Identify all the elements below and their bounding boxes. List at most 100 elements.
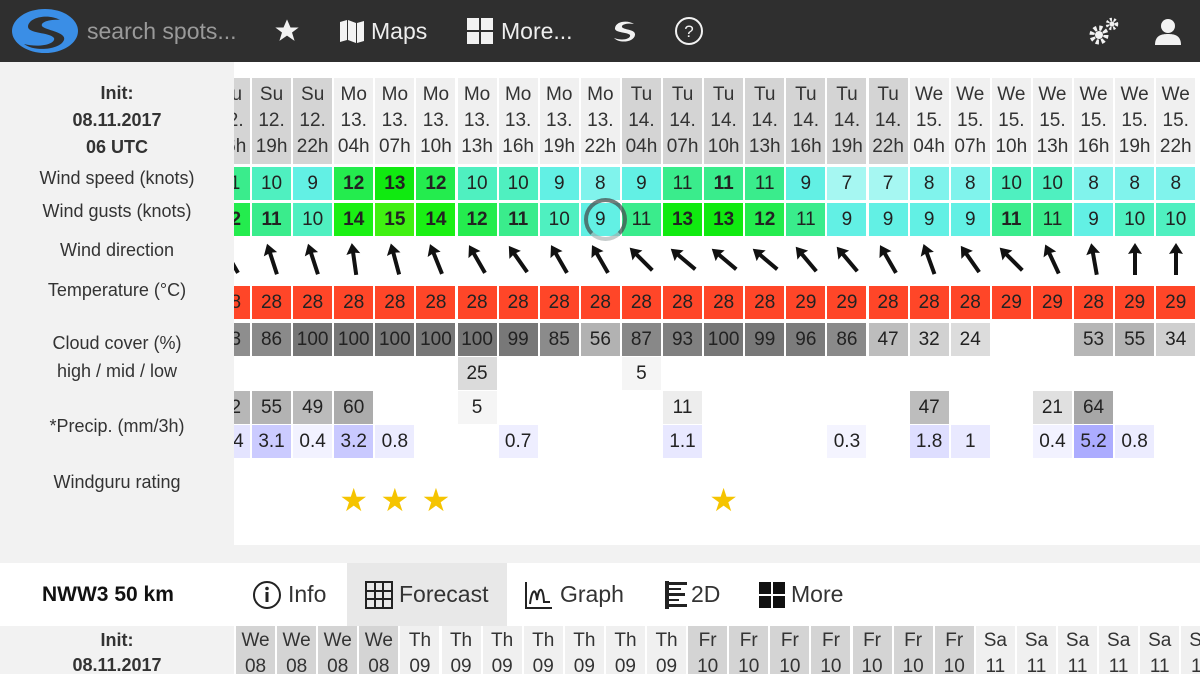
wind-direction-cell xyxy=(234,240,250,278)
wind-direction-arrow-icon xyxy=(1085,243,1100,276)
header-date: 10 xyxy=(943,656,965,674)
windguru-rating-label: Windguru rating xyxy=(53,472,181,492)
column-header: Su 12. 16h xyxy=(234,78,250,164)
rating-cell xyxy=(1033,480,1072,520)
temperature-cell: 28 xyxy=(580,286,620,319)
wind-gust-cell: 11 xyxy=(991,203,1031,236)
header-hour: 07h xyxy=(666,136,699,157)
user-account-icon[interactable] xyxy=(1154,0,1182,62)
temperature-cell: 28 xyxy=(334,286,374,319)
header-date: 15. xyxy=(998,110,1025,131)
wind-speed-cell: 8 xyxy=(909,167,949,200)
column-header: We 08 xyxy=(359,626,399,674)
header-date: 13. xyxy=(422,110,450,131)
cloud-levels-label: high / mid / low xyxy=(56,361,178,381)
header-date: 10 xyxy=(820,656,842,674)
header-day: Sa xyxy=(1065,630,1090,651)
more-menu-button[interactable]: More... xyxy=(467,0,573,62)
wind-speed-cell: 9 xyxy=(786,167,826,200)
wind-direction-arrow-icon xyxy=(1043,244,1062,275)
header-date: 10 xyxy=(738,656,760,674)
column-header: We 15. 10h xyxy=(991,78,1031,164)
temperature-cell: 28 xyxy=(539,286,579,319)
column-header: We 15. 13h xyxy=(1032,78,1072,164)
wind-direction-cell xyxy=(1033,240,1072,278)
temperature-cell: 29 xyxy=(1115,286,1155,319)
temperature-cell: 29 xyxy=(827,286,867,319)
header-day: We xyxy=(915,84,944,105)
precipitation-cell xyxy=(540,425,579,458)
header-date: 15. xyxy=(1162,110,1189,131)
wind-direction-label: Wind direction xyxy=(59,240,175,260)
wind-direction-cell xyxy=(334,240,373,278)
header-day: Th xyxy=(532,630,555,651)
init-label: Init: xyxy=(100,83,134,103)
cloud-mid-cell xyxy=(992,357,1031,390)
favorites-star-icon[interactable] xyxy=(273,0,301,62)
windguru-logo-icon[interactable] xyxy=(10,0,80,62)
temperature-cell: 28 xyxy=(868,286,908,319)
wind-direction-cell xyxy=(540,240,579,278)
tab-forecast-label: Forecast xyxy=(399,581,489,607)
forecast-grid-icon xyxy=(365,580,393,609)
precipitation-cell: 1.8 xyxy=(909,425,949,458)
settings-gears-icon[interactable] xyxy=(1088,0,1120,62)
cloud-mid-cell xyxy=(1074,357,1113,390)
precipitation-cell: 3.2 xyxy=(334,425,374,458)
rating-cell xyxy=(234,480,250,520)
wind-gust-cell: 9 xyxy=(827,203,867,236)
cloud-high-cell: 87 xyxy=(621,323,661,356)
wind-direction-cell xyxy=(458,240,497,278)
rating-cell xyxy=(293,480,332,520)
init-date: 08.11.2017 xyxy=(72,655,162,675)
column-header: Th 09 xyxy=(523,626,563,674)
cloud-low-cell xyxy=(416,391,455,424)
tab-2d[interactable]: 2D xyxy=(665,563,720,626)
temperature-cell: 28 xyxy=(375,286,415,319)
maps-button[interactable]: Maps xyxy=(339,0,427,62)
rating-cell xyxy=(786,480,825,520)
header-day: We xyxy=(956,84,985,105)
wind-gust-cell: 9 xyxy=(868,203,908,236)
header-date: 15. xyxy=(1080,110,1107,131)
cloud-low-cell xyxy=(745,391,784,424)
tab-graph[interactable]: Graph xyxy=(524,563,624,626)
cloud-high-cell: 56 xyxy=(580,323,620,356)
cloud-low-cell: 5 xyxy=(457,391,497,424)
column-header: We 15. 07h xyxy=(950,78,990,164)
more-icon xyxy=(759,581,785,608)
tab-info[interactable]: Info xyxy=(252,563,326,626)
cloud-low-cell: 60 xyxy=(334,391,374,424)
rating-cell: ★ xyxy=(334,480,373,520)
rating-cell xyxy=(581,480,620,520)
header-day: Tu xyxy=(754,84,776,105)
temperature-cell: 28 xyxy=(234,286,250,319)
wind-direction-arrow-icon xyxy=(670,248,697,271)
header-date: 11 xyxy=(1190,656,1200,674)
cloud-high-cell: 24 xyxy=(950,323,990,356)
cloud-high-cell: 99 xyxy=(498,323,538,356)
wind-direction-arrow-icon xyxy=(961,245,982,274)
column-header: Mo 13. 13h xyxy=(457,78,497,164)
header-day: Su xyxy=(234,84,243,105)
header-day: We xyxy=(997,84,1026,105)
tab-more[interactable]: More xyxy=(759,563,843,626)
column-header: Th 09 xyxy=(605,626,645,674)
header-date: 08 xyxy=(244,656,267,674)
help-icon[interactable]: ? xyxy=(674,0,704,62)
precipitation-cell: 0.8 xyxy=(1115,425,1155,458)
windguru-swirl-icon[interactable] xyxy=(610,0,638,62)
tab-forecast[interactable]: Forecast xyxy=(347,563,507,626)
header-hour: 22h xyxy=(1159,136,1192,157)
wind-gust-cell: 14 xyxy=(416,203,456,236)
precipitation-cell: 1.4 xyxy=(234,425,250,458)
wind-direction-arrow-icon xyxy=(346,243,360,276)
header-day: We xyxy=(1120,84,1149,105)
header-day: Th xyxy=(614,630,637,651)
header-hour: 04h xyxy=(913,136,945,157)
cloud-low-cell: 55 xyxy=(252,391,292,424)
search-spots-input[interactable]: search spots... xyxy=(87,0,237,62)
cloud-low-cell xyxy=(704,391,743,424)
wind-speed-cell: 9 xyxy=(539,167,579,200)
column-header: Mo 13. 19h xyxy=(539,78,579,164)
